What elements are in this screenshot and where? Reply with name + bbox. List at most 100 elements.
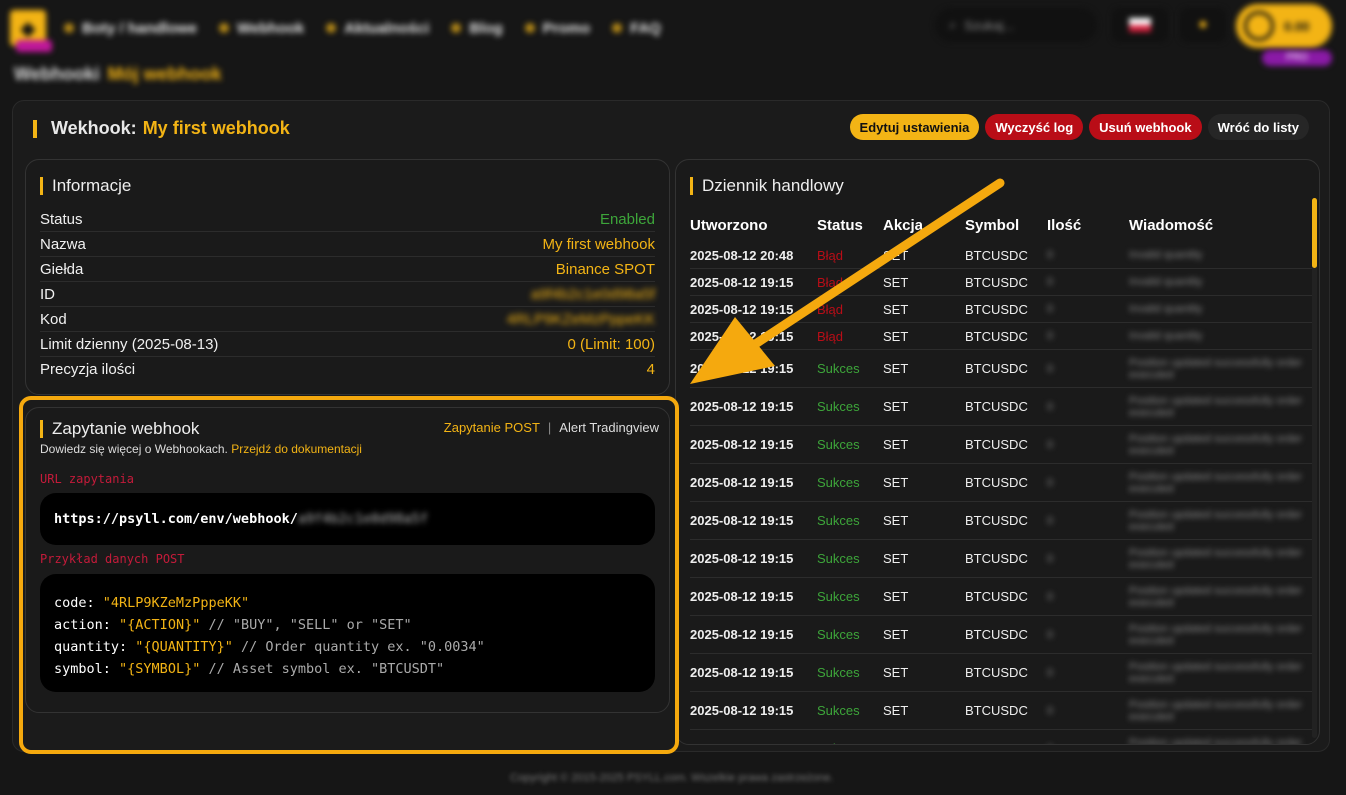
post-data-sample[interactable]: code: "4RLP9KZeMzPppeKK" action: "{ACTIO… (40, 574, 655, 692)
cell-message: Invalid quantity (1129, 330, 1203, 342)
nav-label: Boty / handlowe (82, 19, 198, 37)
nav-dot-icon (219, 23, 230, 33)
cell-symbol: BTCUSDC (965, 399, 1028, 414)
cell-message: Position updated successfully order exec… (1129, 584, 1303, 609)
cell-quantity: 0 (1047, 552, 1054, 565)
cell-message: Position updated successfully order exec… (1129, 546, 1303, 571)
col-header-created[interactable]: Utworzono (690, 217, 817, 234)
code-line: quantity: "{QUANTITY}" // Order quantity… (54, 636, 641, 658)
back-to-list-button[interactable]: Wróć do listy (1207, 114, 1309, 140)
edit-settings-button[interactable]: Edytuj ustawienia (849, 114, 980, 140)
main-nav: Boty / handlowe Webhook Aktualności Blog… (64, 20, 661, 37)
cell-created: 2025-08-12 19:15 (690, 703, 794, 718)
page-title-value: My first webhook (142, 118, 290, 138)
logo[interactable]: ◆ (10, 10, 52, 52)
nav-item-promo[interactable]: Promo (524, 19, 591, 37)
col-header-status[interactable]: Status (817, 217, 883, 234)
tab-tradingview-alert[interactable]: Alert Tradingview (559, 420, 659, 435)
nav-item-bots[interactable]: Boty / handlowe (64, 20, 197, 37)
nav-label: Promo (542, 19, 591, 37)
clear-log-button[interactable]: Wyczyść log (985, 114, 1084, 140)
info-list: Status Enabled Nazwa My first webhook Gieł… (40, 207, 655, 382)
breadcrumb-parent[interactable]: Webhooki (14, 64, 100, 85)
table-row: 2025-08-12 19:15 Sukces SET BTCUSDC 0 Positio… (690, 426, 1312, 464)
bell-icon: ● (1198, 16, 1208, 33)
cell-status: Sukces (817, 513, 860, 528)
code-value: "{SYMBOL}" (119, 661, 201, 677)
col-header-message[interactable]: Wiadomość (1129, 217, 1312, 234)
table-header: Utworzono Status Akcja Symbol Ilość Wiad… (690, 208, 1312, 242)
cell-quantity: 0 (1047, 400, 1054, 413)
cell-status: Sukces (817, 437, 860, 452)
code-value: "{QUANTITY}" (135, 639, 233, 655)
nav-dot-icon (64, 23, 74, 33)
cell-symbol: BTCUSDC (965, 274, 1028, 290)
search-input[interactable]: ⌕ Szukaj... (935, 8, 1097, 42)
delete-webhook-button[interactable]: Usuń webhook (1089, 114, 1202, 140)
cell-symbol: BTCUSDC (965, 627, 1028, 642)
table-row: 2025-08-12 19:15 Sukces SET BTCUSDC 0 Positio… (690, 616, 1312, 654)
cell-message: Position updated successfully order exec… (1129, 622, 1303, 647)
cell-action: SET (883, 247, 909, 263)
cell-status: Błąd (817, 328, 844, 344)
table-row: 2025-08-12 19:15 Sukces SET BTCUSDC 0 Positio… (690, 464, 1312, 502)
breadcrumb: Webhooki Mój webhook (14, 64, 222, 85)
name-value: My first webhook (542, 235, 655, 253)
info-row-name: Nazwa My first webhook (40, 232, 655, 257)
cell-action: SET (883, 665, 909, 680)
accent-bar (40, 420, 43, 438)
log-card-title: Dziennik handlowy (690, 176, 844, 196)
table-row: 2025-08-12 19:15 Błąd SET BTCUSDC 0 Invalid q… (690, 296, 1312, 323)
notifications-button[interactable]: ● (1180, 8, 1226, 42)
cell-action: SET (883, 399, 909, 414)
cell-created: 2025-08-12 19:15 (690, 589, 794, 604)
cell-quantity: 0 (1047, 514, 1054, 527)
daily-limit-value: 0 (Limit: 100) (567, 335, 655, 353)
cell-created: 2025-08-12 19:15 (690, 627, 794, 642)
code-value: "{ACTION}" (119, 617, 201, 633)
cell-status: Błąd (817, 274, 844, 290)
info-row-exchange: Giełda Binance SPOT (40, 257, 655, 282)
cell-quantity: 0 (1047, 590, 1054, 603)
scrollbar-track[interactable] (1312, 198, 1317, 738)
table-row: 2025-08-12 19:15 Sukces SET BTCUSDC 0 Positio… (690, 388, 1312, 426)
page-title-label: Wekhook: (51, 118, 137, 138)
nav-dot-icon (451, 23, 462, 33)
search-icon: ⌕ (949, 17, 957, 32)
nav-dot-icon (524, 23, 535, 33)
nav-item-faq[interactable]: FAQ (612, 20, 661, 37)
cell-symbol: BTCUSDC (965, 589, 1028, 604)
col-header-symbol[interactable]: Symbol (965, 217, 1047, 234)
nav-item-news[interactable]: Aktualności (326, 20, 429, 37)
cell-action: SET (883, 703, 909, 718)
webhook-title-text: Zapytanie webhook (52, 419, 200, 438)
nav-label: Blog (469, 19, 503, 37)
id-value: a9f4b2c1e0d98a5f (530, 285, 655, 303)
cell-status: Sukces (817, 665, 860, 680)
info-title-text: Informacje (52, 176, 132, 195)
webhook-url-id: a9f4b2c1e0d98a5f (297, 511, 428, 527)
cell-status: Błąd (817, 301, 844, 317)
col-header-action[interactable]: Akcja (883, 217, 965, 234)
nav-item-blog[interactable]: Blog (451, 19, 503, 37)
webhook-url-box[interactable]: https://psyll.com/env/webhook/a9f4b2c1e0… (40, 493, 655, 545)
cell-status: Sukces (817, 589, 860, 604)
nav-dot-icon (612, 23, 623, 33)
balance-value: 0.00 (1284, 18, 1310, 34)
balance-button[interactable]: 0.00 (1236, 4, 1332, 48)
info-key: ID (40, 285, 55, 303)
scrollbar-thumb[interactable] (1312, 198, 1317, 268)
tab-post-request[interactable]: Zapytanie POST (444, 420, 540, 435)
logo-badge (16, 40, 52, 52)
post-data-label: Przykład danych POST (40, 552, 185, 566)
language-selector[interactable] (1112, 8, 1168, 42)
cell-quantity: 0 (1047, 743, 1129, 745)
nav-item-webhook[interactable]: Webhook (219, 20, 304, 37)
cell-status: Sukces (817, 551, 860, 566)
cell-message: Position updated successfully order exec… (1129, 356, 1303, 381)
documentation-link[interactable]: Przejdź do dokumentacji (231, 442, 362, 456)
col-header-quantity[interactable]: Ilość (1047, 217, 1129, 234)
webhook-url-base: https://psyll.com/env/webhook/ (54, 511, 298, 527)
cell-status: Sukces (817, 399, 860, 414)
cell-action: SET (883, 301, 909, 317)
